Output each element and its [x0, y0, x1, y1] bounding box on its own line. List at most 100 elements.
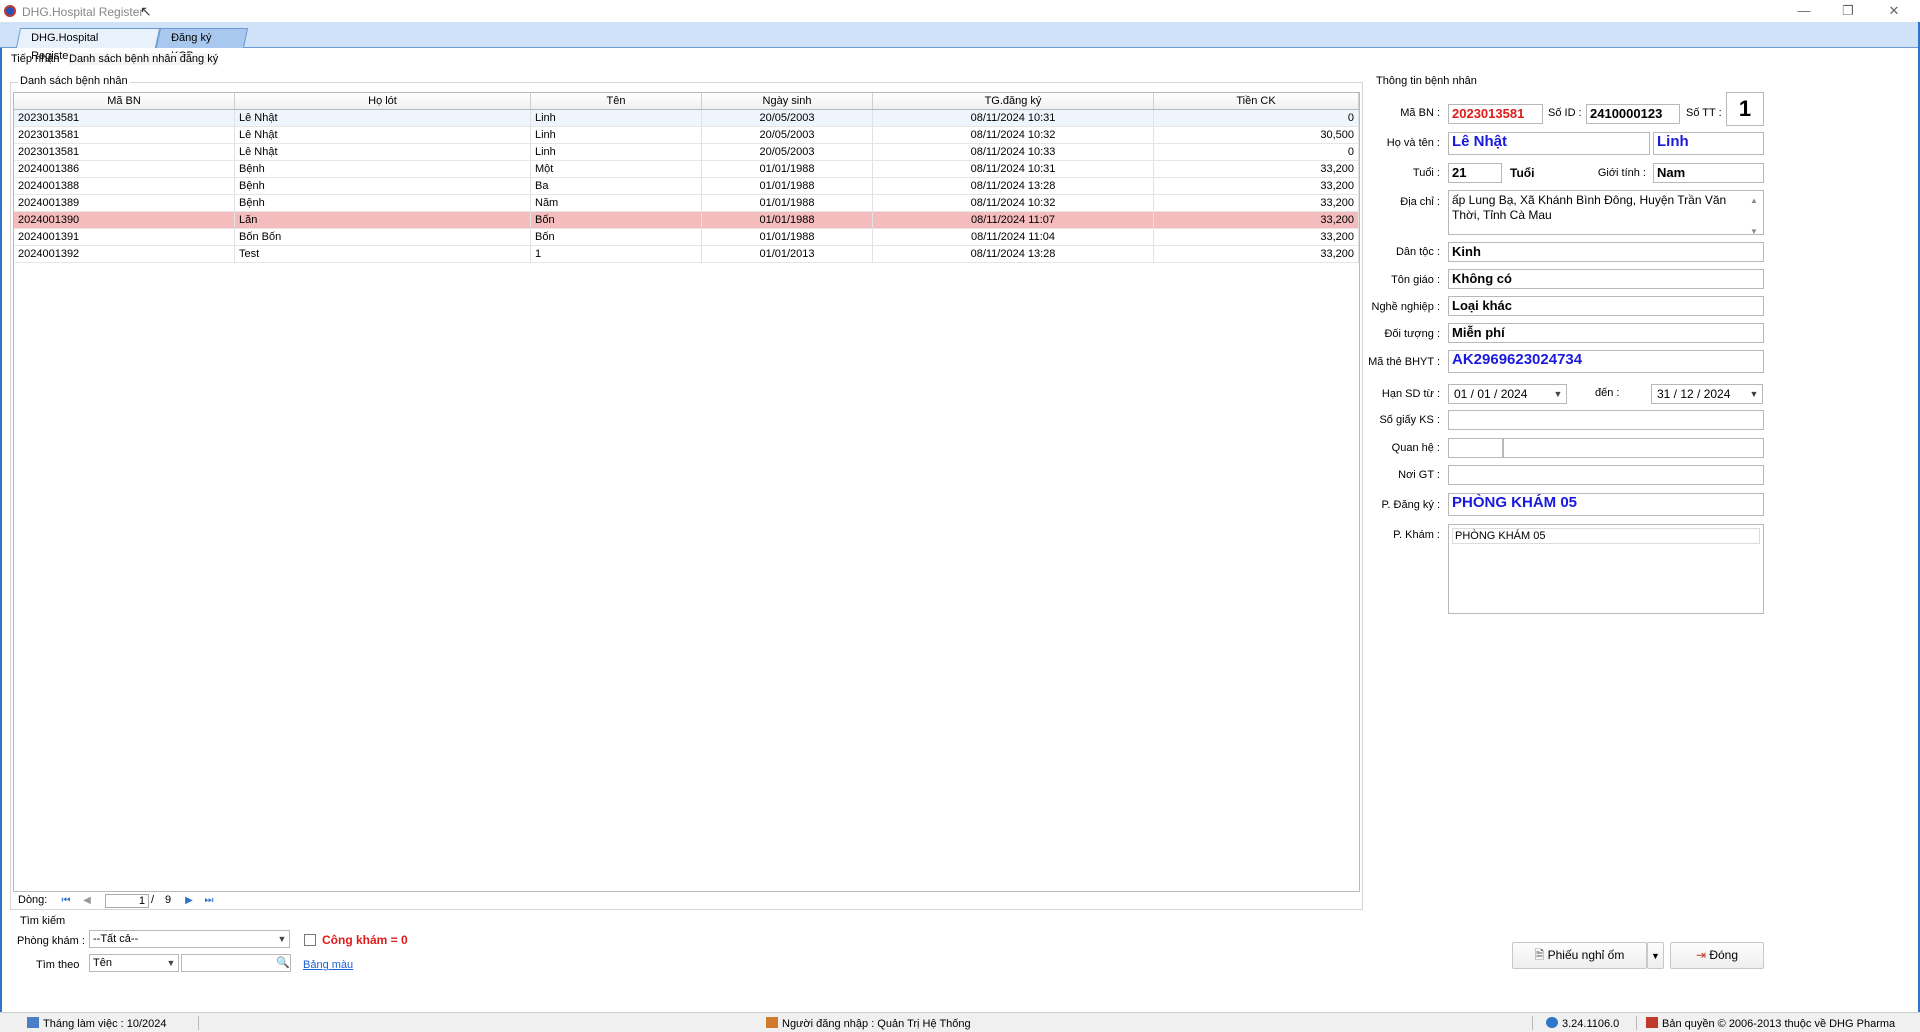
prev-page-icon[interactable]: ◀ — [80, 894, 94, 907]
doi-tuong-field[interactable]: Miễn phí — [1448, 323, 1764, 343]
patient-list-label: Danh sách bệnh nhân — [18, 75, 130, 87]
col-header-ma-bn[interactable]: Mã BN — [14, 93, 235, 109]
nguoi-dang-nhap-text: Người đăng nhập : Quản Trị Hệ Thống — [782, 1018, 971, 1030]
col-header-ten[interactable]: Tên — [531, 93, 702, 109]
subtab-danh-sach[interactable]: Danh sách bệnh nhân đăng ký — [69, 53, 219, 65]
ho-lot-field[interactable]: Lê Nhật — [1448, 132, 1650, 155]
p-kham-list[interactable]: PHÒNG KHÁM 05 — [1448, 524, 1764, 614]
p-dang-ky-field[interactable]: PHÒNG KHÁM 05 — [1448, 493, 1764, 516]
ma-the-field[interactable]: AK2969623024734 — [1448, 350, 1764, 373]
table-cell: 08/11/2024 11:04 — [873, 229, 1154, 246]
search-input[interactable]: 🔍 — [181, 954, 291, 972]
ton-giao-field[interactable]: Không có — [1448, 269, 1764, 289]
users-icon — [766, 1017, 778, 1028]
table-row[interactable]: 2024001390 Lăn Bốn 01/01/1988 08/11/2024 11:… — [14, 212, 1359, 229]
so-id-field[interactable]: 2410000123 — [1586, 104, 1680, 124]
table-row[interactable]: 2024001389 Bệnh Năm 01/01/1988 08/11/2024 10… — [14, 195, 1359, 212]
tab-dang-ky-kcb[interactable]: Đăng ký KCB — [155, 28, 249, 62]
info-icon — [1546, 1017, 1558, 1028]
bang-mau-link[interactable]: Bảng màu — [303, 959, 353, 971]
table-row[interactable]: 2024001388 Bệnh Ba 01/01/1988 08/11/2024 13:… — [14, 178, 1359, 195]
scrollbar[interactable]: ▲ ▼ — [1747, 193, 1761, 236]
col-header-tg-dang-ky[interactable]: TG.đăng ký — [873, 93, 1154, 109]
table-row[interactable]: 2023013581 Lê Nhật Linh 20/05/2003 08/11/202… — [14, 144, 1359, 161]
tuoi-field[interactable]: 21 — [1448, 163, 1502, 183]
dia-chi-field[interactable]: ấp Lung Bạ, Xã Khánh Bình Đông, Huyện Tr… — [1448, 190, 1764, 236]
so-giay-ks-label: Số giấy KS : — [1379, 414, 1440, 426]
first-page-icon[interactable]: ⏮ — [59, 894, 73, 907]
table-cell: 08/11/2024 10:31 — [873, 161, 1154, 178]
exit-icon: ⇥ — [1695, 948, 1710, 962]
patient-table[interactable]: Mã BN Họ lót Tên Ngày sinh TG.đăng ký Ti… — [13, 92, 1360, 892]
den-label: đến : — [1595, 387, 1620, 399]
table-row[interactable]: 2024001391 Bốn Bốn Bốn 01/01/1988 08/11/2024… — [14, 229, 1359, 246]
chevron-down-icon[interactable]: ▼ — [1550, 385, 1566, 403]
han-sd-tu-value: 01 / 01 / 2024 — [1454, 387, 1528, 401]
table-cell: Năm — [531, 195, 702, 212]
scroll-up-icon[interactable]: ▲ — [1747, 193, 1761, 208]
nghe-nghiep-field[interactable]: Loại khác — [1448, 296, 1764, 316]
version-text: 3.24.1106.0 — [1562, 1018, 1620, 1030]
table-cell: 2023013581 — [14, 144, 235, 161]
page-input[interactable]: 1 — [105, 894, 149, 908]
table-cell: Một — [531, 161, 702, 178]
gioi-tinh-field[interactable]: Nam — [1653, 163, 1764, 183]
so-tt-field[interactable]: 1 — [1726, 92, 1764, 126]
last-page-icon[interactable]: ⏭ — [202, 894, 216, 907]
quan-he-name-field[interactable] — [1503, 438, 1764, 458]
table-cell: 2024001386 — [14, 161, 235, 178]
ten-field[interactable]: Linh — [1653, 132, 1764, 155]
minimize-button[interactable]: — — [1786, 2, 1822, 20]
p-kham-label: P. Khám : — [1393, 529, 1440, 541]
tim-theo-label: Tìm theo — [36, 959, 80, 971]
patient-info-label: Thông tin bệnh nhân — [1374, 75, 1479, 87]
cong-kham-checkbox[interactable] — [304, 934, 316, 946]
table-row[interactable]: 2023013581 Lê Nhật Linh 20/05/2003 08/11/202… — [14, 127, 1359, 144]
table-cell: 33,200 — [1154, 161, 1359, 178]
scroll-down-icon[interactable]: ▼ — [1747, 224, 1761, 239]
han-sd-den-picker[interactable]: 31 / 12 / 2024 ▼ — [1651, 384, 1763, 404]
cong-kham-label: Công khám = 0 — [322, 933, 408, 947]
table-cell: 0 — [1154, 110, 1359, 127]
table-cell: Linh — [531, 110, 702, 127]
close-window-button[interactable]: ✕ — [1876, 2, 1912, 20]
next-page-icon[interactable]: ▶ — [182, 894, 196, 907]
ma-bn-field[interactable]: 2023013581 — [1448, 104, 1543, 124]
dong-label: Đóng — [1709, 948, 1739, 962]
tim-theo-select[interactable]: Tên ▼ — [89, 954, 179, 972]
maximize-button[interactable]: ❐ — [1830, 2, 1866, 20]
col-header-ho-lot[interactable]: Họ lót — [235, 93, 531, 109]
phieu-nghi-om-button[interactable]: 🗎 Phiếu nghỉ ốm — [1512, 942, 1647, 969]
table-row[interactable]: 2024001386 Bệnh Một 01/01/1988 08/11/2024 10… — [14, 161, 1359, 178]
noi-gt-field[interactable] — [1448, 465, 1764, 485]
chevron-down-icon[interactable]: ▼ — [1746, 385, 1762, 403]
table-cell: 01/01/2013 — [702, 246, 873, 263]
table-row[interactable]: 2023013581 Lê Nhật Linh 20/05/2003 08/11/202… — [14, 110, 1359, 127]
status-thang-lam-viec: Tháng làm việc : 10/2024 — [27, 1017, 167, 1030]
table-cell: Bốn — [531, 229, 702, 246]
dan-toc-field[interactable]: Kinh — [1448, 242, 1764, 262]
table-cell: 33,200 — [1154, 195, 1359, 212]
p-dang-ky-label: P. Đăng ký : — [1381, 499, 1441, 511]
col-header-tien-ck[interactable]: Tiền CK — [1154, 93, 1359, 109]
table-cell: 33,200 — [1154, 212, 1359, 229]
phieu-nghi-om-dropdown[interactable]: ▼ — [1647, 942, 1664, 969]
phong-kham-select[interactable]: --Tất cả-- ▼ — [89, 930, 290, 948]
table-cell: 0 — [1154, 144, 1359, 161]
phong-kham-value: --Tất cả-- — [93, 933, 139, 945]
search-icon[interactable]: 🔍 — [276, 955, 290, 971]
table-cell: 01/01/1988 — [702, 161, 873, 178]
subtab-tiep-nhan[interactable]: Tiếp nhận — [11, 53, 60, 65]
dong-button[interactable]: ⇥ Đóng — [1670, 942, 1764, 969]
p-kham-item[interactable]: PHÒNG KHÁM 05 — [1452, 528, 1760, 544]
main-tab-bar: DHG.Hospital Register Đăng ký KCB — [0, 22, 1918, 62]
table-row[interactable]: 2024001392 Test 1 01/01/2013 08/11/2024 13:2… — [14, 246, 1359, 263]
ma-bn-label: Mã BN : — [1400, 107, 1440, 119]
col-header-ngay-sinh[interactable]: Ngày sinh — [702, 93, 873, 109]
tab-hospital-register[interactable]: DHG.Hospital Register — [15, 28, 161, 62]
han-sd-tu-picker[interactable]: 01 / 01 / 2024 ▼ — [1448, 384, 1567, 404]
table-cell: 2024001389 — [14, 195, 235, 212]
quan-he-code-field[interactable] — [1448, 438, 1503, 458]
so-giay-ks-field[interactable] — [1448, 410, 1764, 430]
gioi-tinh-label: Giới tính : — [1597, 167, 1646, 179]
